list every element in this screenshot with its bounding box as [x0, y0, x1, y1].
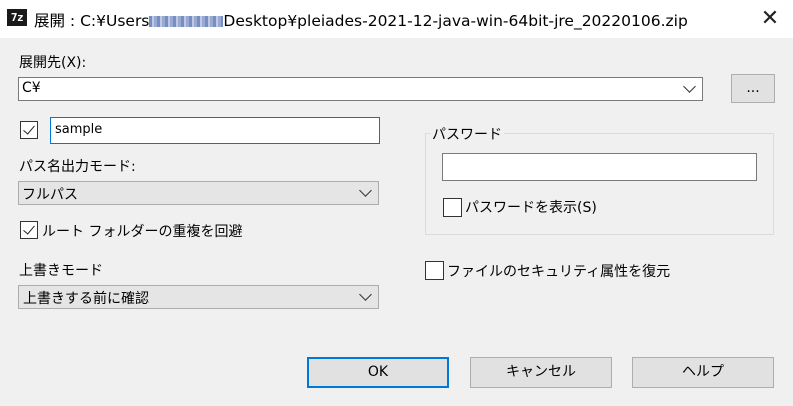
7zip-app-icon: 7z [7, 9, 27, 26]
help-button[interactable]: ヘルプ [632, 357, 774, 388]
dest-path-value: C¥ [22, 80, 41, 96]
restore-security-checkbox[interactable] [425, 261, 444, 280]
dest-label: 展開先(X): [19, 55, 87, 71]
subfolder-name-value: sample [55, 122, 103, 137]
overwrite-mode-label: 上書きモード [19, 263, 103, 279]
restore-security-label[interactable]: ファイルのセキュリティ属性を復元 [447, 261, 670, 281]
show-password-checkbox[interactable] [443, 198, 462, 217]
close-button[interactable]: ✕ [747, 0, 793, 38]
ok-button[interactable]: OK [307, 357, 449, 388]
browse-button[interactable]: ... [731, 74, 775, 103]
path-mode-value: フルパス [22, 187, 78, 203]
chevron-down-icon[interactable] [683, 80, 696, 93]
check-icon [23, 222, 35, 235]
path-mode-label: パス名出力モード: [19, 159, 136, 175]
dest-path-combobox[interactable]: C¥ [18, 77, 703, 101]
show-password-label[interactable]: パスワードを表示(S) [465, 197, 597, 217]
password-group-label: パスワード [430, 124, 504, 144]
chevron-down-icon [359, 184, 372, 197]
check-icon [23, 122, 35, 135]
overwrite-mode-select[interactable]: 上書きする前に確認 [18, 285, 379, 309]
password-input[interactable] [442, 153, 757, 181]
password-group [425, 133, 774, 235]
title-prefix: 展開 : C:¥Users [34, 12, 150, 30]
window-title: 展開 : C:¥Users Desktop¥pleiades-2021-12-ja… [34, 9, 734, 31]
root-folder-label[interactable]: ルート フォルダーの重複を回避 [42, 221, 242, 241]
redacted-username [149, 16, 224, 27]
subfolder-checkbox[interactable] [20, 121, 38, 139]
overwrite-mode-value: 上書きする前に確認 [23, 291, 149, 307]
chevron-down-icon [359, 288, 372, 301]
root-folder-checkbox[interactable] [20, 221, 38, 239]
close-icon: ✕ [760, 6, 780, 31]
subfolder-name-input[interactable]: sample [50, 117, 380, 144]
path-mode-select[interactable]: フルパス [18, 181, 379, 205]
title-suffix: Desktop¥pleiades-2021-12-java-win-64bit-… [223, 12, 688, 30]
cancel-button[interactable]: キャンセル [470, 357, 612, 388]
